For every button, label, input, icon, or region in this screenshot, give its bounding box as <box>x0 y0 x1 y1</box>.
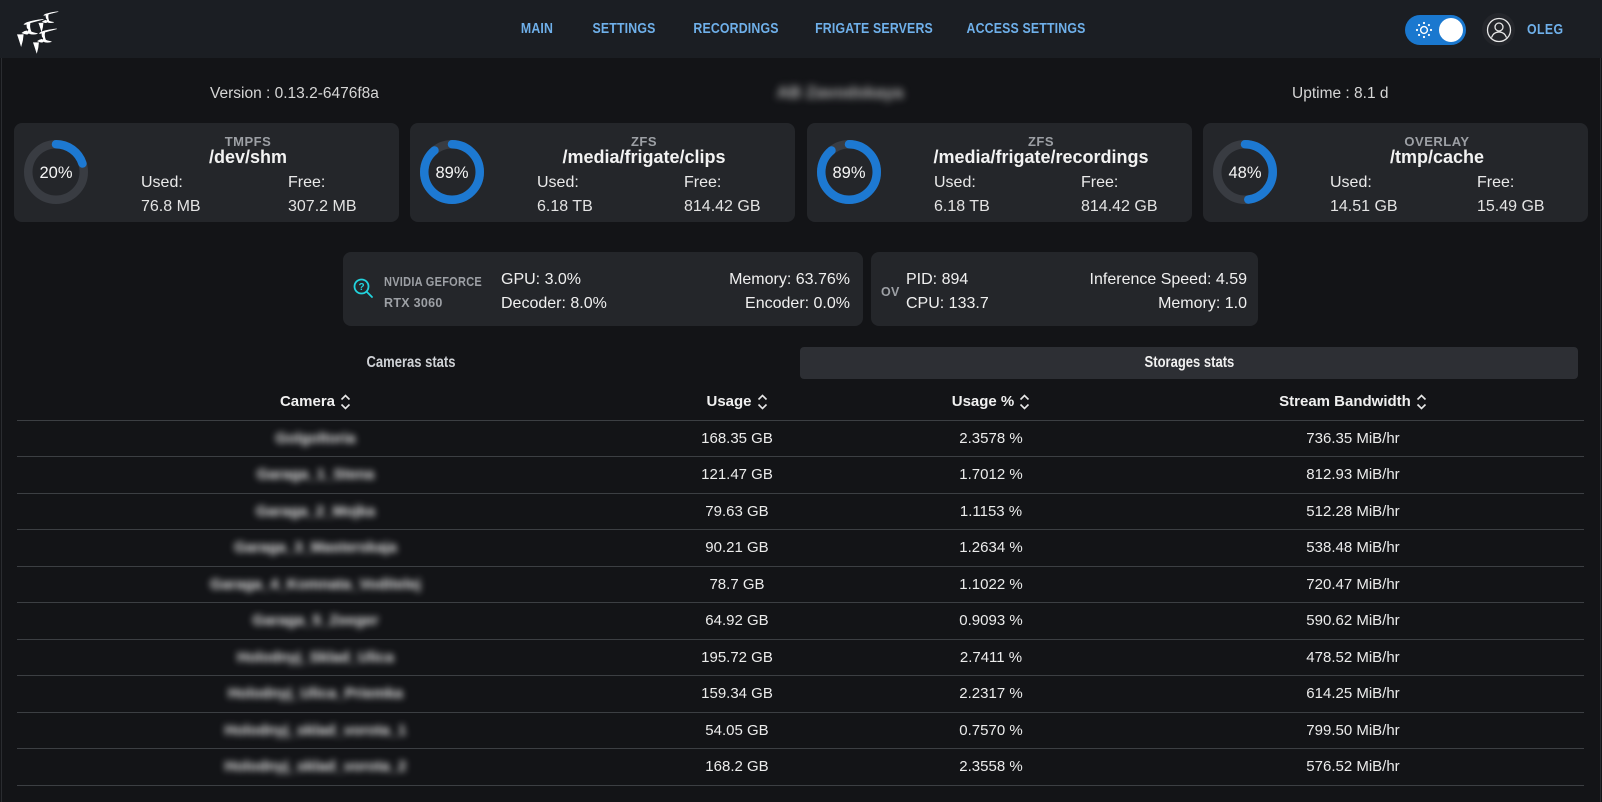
svg-text:89%: 89% <box>435 164 468 182</box>
svg-text:89%: 89% <box>832 164 865 182</box>
svg-text:48%: 48% <box>1228 164 1261 182</box>
svg-text:?: ? <box>358 282 364 293</box>
svg-text:20%: 20% <box>39 164 72 182</box>
